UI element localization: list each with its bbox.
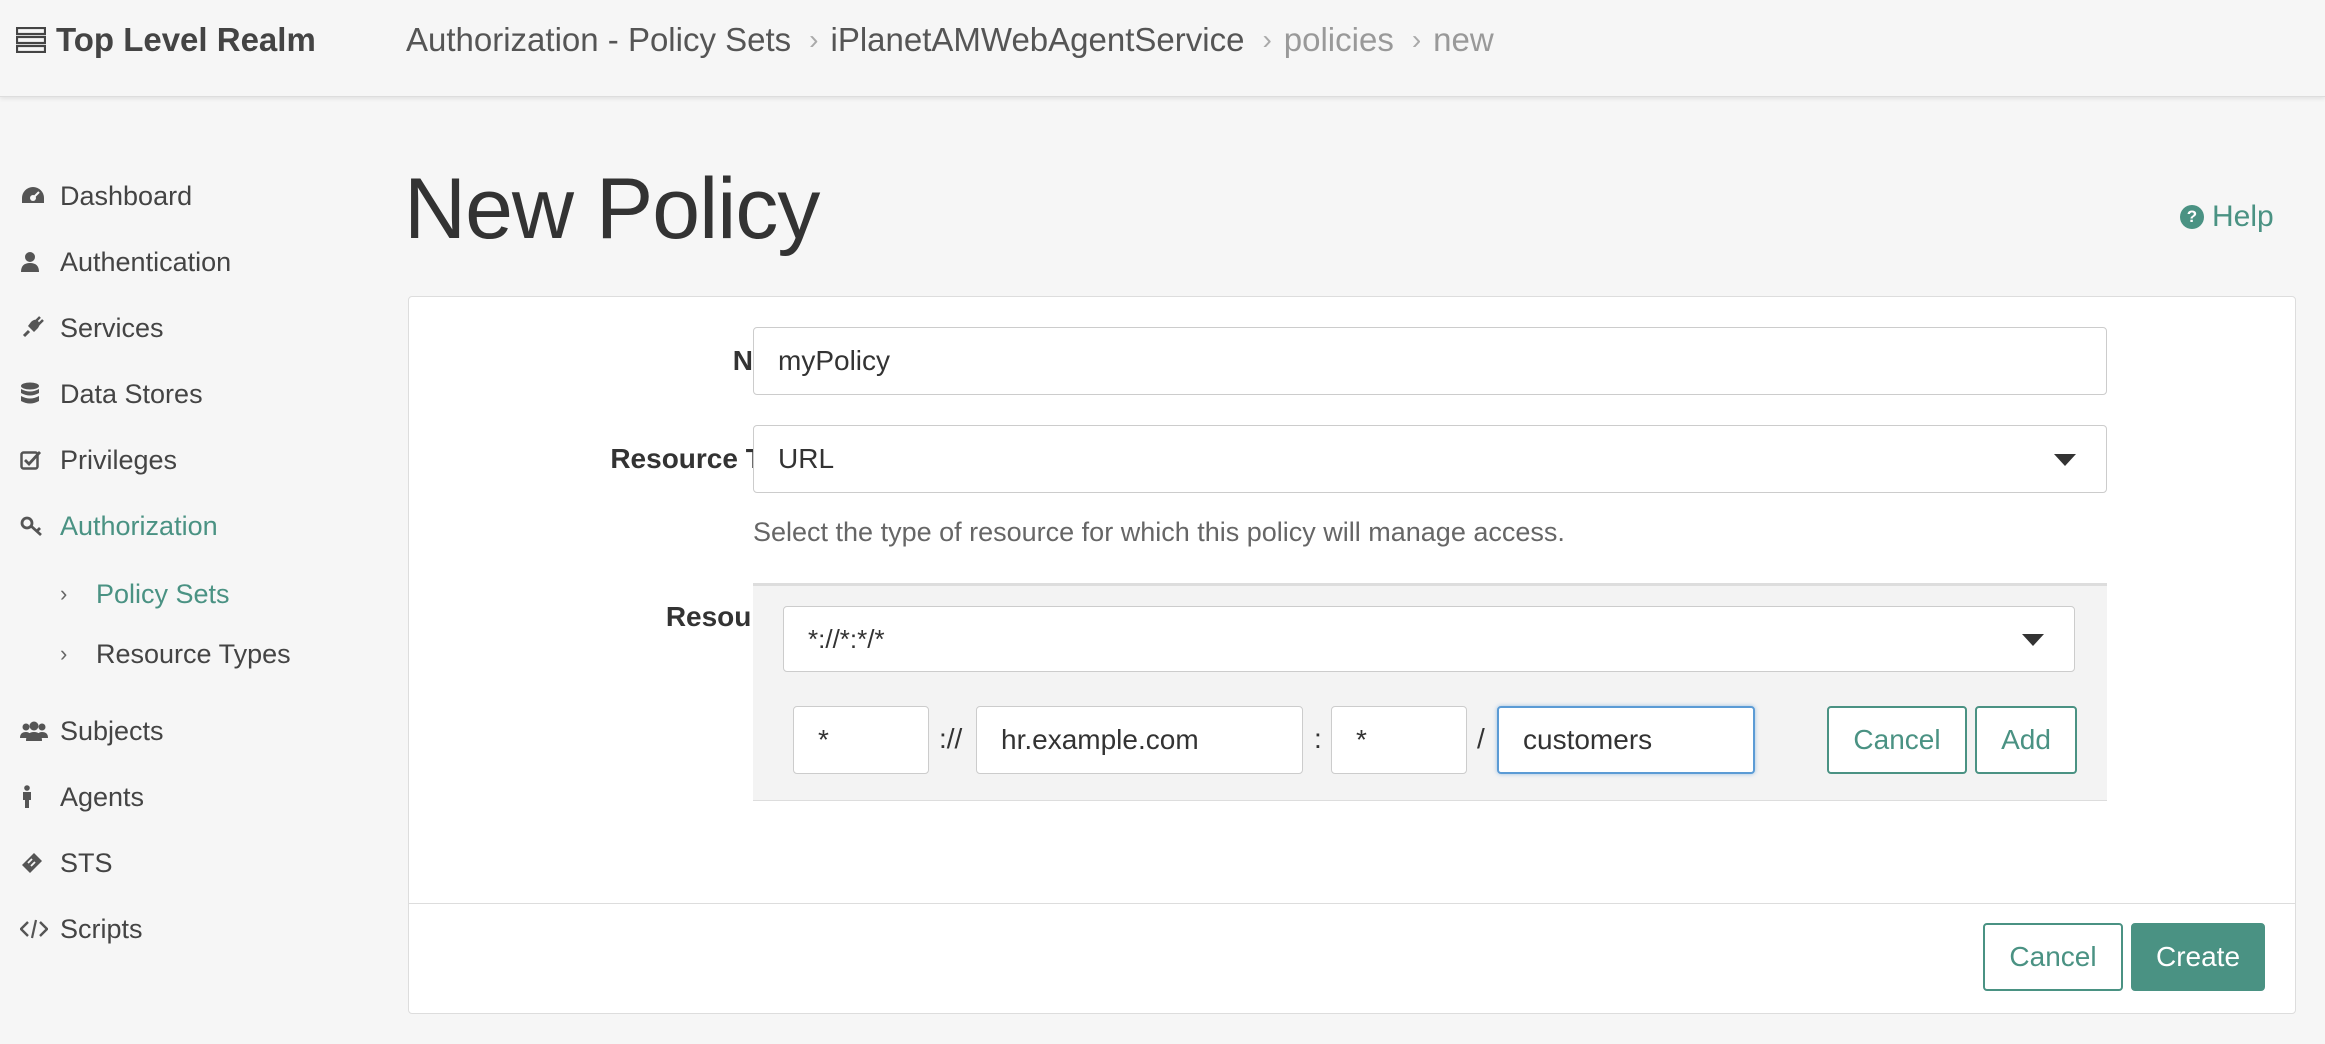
realm-title[interactable]: Top Level Realm (16, 18, 316, 62)
sidebar-item-privileges[interactable]: Privileges (20, 440, 177, 480)
sidebar-item-label: Authorization (60, 510, 218, 541)
caret-down-icon (2054, 454, 2076, 466)
breadcrumb-policy-set[interactable]: iPlanetAMWebAgentService (831, 21, 1245, 59)
path-separator: / (1477, 723, 1485, 754)
sidebar-subitem-label: Resource Types (96, 638, 291, 669)
realm-name: Top Level Realm (56, 21, 316, 58)
user-icon (20, 251, 50, 273)
chevron-right-icon: › (60, 581, 68, 606)
sidebar-item-label: Agents (60, 781, 145, 812)
sidebar-item-label: Services (60, 312, 164, 343)
resource-type-value: URL (778, 443, 835, 474)
dashboard-icon (20, 185, 50, 207)
database-icon (20, 382, 50, 406)
create-button[interactable]: Create (2131, 923, 2265, 991)
sidebar-subitem-resource-types[interactable]: › Resource Types (60, 634, 291, 674)
sidebar-item-agents[interactable]: Agents (20, 777, 144, 817)
sidebar-item-scripts[interactable]: Scripts (20, 909, 143, 949)
top-bar: Top Level Realm Authorization - Policy S… (0, 0, 2325, 97)
breadcrumb-policy-sets[interactable]: Authorization - Policy Sets (406, 21, 791, 59)
breadcrumb-new: new (1433, 21, 1494, 58)
sidebar-item-sts[interactable]: STS (20, 843, 113, 883)
resource-type-help: Select the type of resource for which th… (753, 517, 1565, 547)
server-icon (16, 27, 46, 53)
resource-cancel-button[interactable]: Cancel (1827, 706, 1967, 774)
chevron-right-icon: › (60, 641, 68, 666)
sidebar-item-label: Data Stores (60, 378, 203, 409)
question-circle-icon: ? (2180, 205, 2204, 229)
resources-panel: *://*:*/* * :// hr.example.com : * / cus… (753, 583, 2107, 801)
resource-pattern-select[interactable]: *://*:*/* (783, 606, 2075, 672)
port-separator: : (1314, 723, 1322, 754)
sidebar-item-label: Privileges (60, 444, 178, 475)
sidebar-item-label: Subjects (60, 715, 164, 746)
breadcrumb: Authorization - Policy Sets › iPlanetAMW… (406, 18, 1494, 62)
sidebar-item-authorization[interactable]: Authorization (20, 506, 218, 546)
scheme-separator: :// (939, 723, 963, 754)
resource-pattern-value: *://*:*/* (808, 623, 885, 654)
sidebar-subitem-label: Policy Sets (96, 578, 230, 609)
resource-add-button[interactable]: Add (1975, 706, 2077, 774)
person-icon (20, 785, 50, 809)
sidebar-subitem-policy-sets[interactable]: › Policy Sets (60, 574, 230, 614)
code-icon (20, 919, 50, 939)
host-input[interactable]: hr.example.com (976, 706, 1303, 774)
cancel-button[interactable]: Cancel (1983, 923, 2123, 991)
sidebar-item-authentication[interactable]: Authentication (20, 242, 231, 282)
sidebar-item-data-stores[interactable]: Data Stores (20, 374, 203, 414)
policy-form-card: Name myPolicy Resource Type URL Select t… (408, 296, 2296, 1014)
sidebar-item-label: STS (60, 847, 113, 878)
users-icon (20, 720, 50, 742)
plug-icon (20, 316, 50, 340)
caret-down-icon (2022, 634, 2044, 646)
sidebar-item-services[interactable]: Services (20, 308, 164, 348)
page-title: New Policy (404, 161, 820, 257)
sidebar-item-subjects[interactable]: Subjects (20, 711, 164, 751)
help-link[interactable]: ? Help (2180, 200, 2274, 234)
footer-divider (409, 903, 2295, 904)
ticket-icon (20, 851, 50, 875)
name-input[interactable]: myPolicy (753, 327, 2107, 395)
port-input[interactable]: * (1331, 706, 1467, 774)
sidebar-item-label: Authentication (60, 246, 232, 277)
chevron-right-icon: › (1411, 24, 1422, 55)
help-label: Help (2212, 200, 2274, 233)
sidebar-item-label: Dashboard (60, 180, 193, 211)
checkbox-icon (20, 449, 50, 471)
sidebar-item-dashboard[interactable]: Dashboard (20, 176, 192, 216)
chevron-right-icon: › (1262, 24, 1272, 55)
path-input[interactable]: customers (1497, 706, 1755, 774)
chevron-right-icon: › (809, 24, 819, 55)
breadcrumb-policies[interactable]: policies (1284, 21, 1394, 59)
resource-type-select[interactable]: URL (753, 425, 2107, 493)
key-icon (20, 515, 50, 537)
scheme-input[interactable]: * (793, 706, 929, 774)
sidebar-item-label: Scripts (60, 913, 143, 944)
